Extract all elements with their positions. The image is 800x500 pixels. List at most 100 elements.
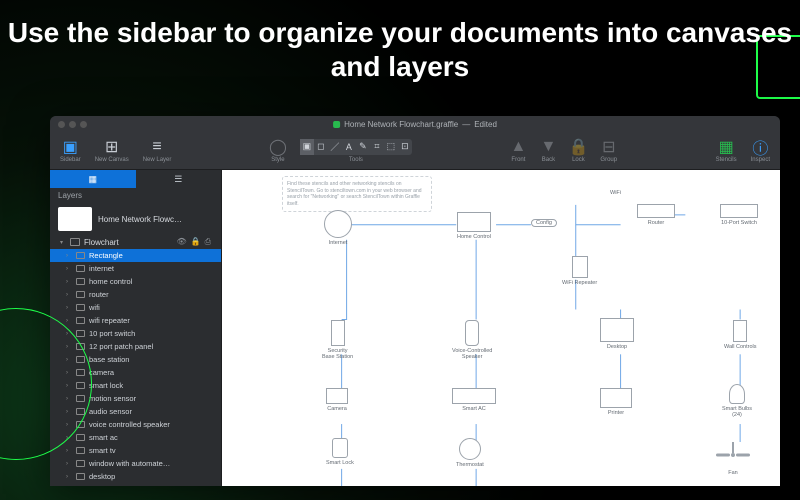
- toolbar: ▣ Sidebar ⊞ New Canvas ≡ New Layer ◯ Sty…: [50, 132, 780, 170]
- point-tool-icon[interactable]: ⊡: [398, 139, 412, 155]
- toolbar-group[interactable]: ⊟ Group: [596, 139, 621, 163]
- tree-item[interactable]: › voice controlled speaker: [66, 418, 221, 431]
- chevron-icon[interactable]: ›: [66, 292, 72, 298]
- print-small-icon[interactable]: ⎙: [205, 237, 211, 247]
- tree-item[interactable]: ›window with automate…: [66, 457, 221, 470]
- toolbar-sidebar[interactable]: ▣ Sidebar: [56, 139, 85, 163]
- node-smart-lock[interactable]: Smart Lock: [326, 438, 354, 466]
- shape-icon: [76, 473, 85, 480]
- layer-row[interactable]: ▾ Flowchart 👁 🔒 ⎙: [50, 235, 221, 249]
- tree-item[interactable]: ›10 port switch: [66, 327, 221, 340]
- node-router[interactable]: Router: [637, 204, 675, 226]
- chevron-icon[interactable]: ›: [66, 474, 72, 480]
- toolbar-inspect[interactable]: ⓘ Inspect: [747, 139, 774, 163]
- shape-icon: [76, 434, 85, 441]
- tree-item[interactable]: ›printer: [66, 483, 221, 486]
- chevron-icon[interactable]: ›: [66, 318, 72, 324]
- node-wifi[interactable]: WiFi: [610, 190, 621, 196]
- tree-item[interactable]: ›desktop: [66, 470, 221, 483]
- chevron-icon[interactable]: ›: [66, 305, 72, 311]
- tree-item[interactable]: ›wifi: [66, 301, 221, 314]
- node-camera[interactable]: Camera: [326, 388, 348, 412]
- chevron-icon[interactable]: ›: [66, 357, 72, 363]
- node-smart-ac[interactable]: Smart AC: [452, 388, 496, 412]
- line-tool-icon[interactable]: ／: [328, 139, 342, 155]
- tree-item[interactable]: ›12 port patch panel: [66, 340, 221, 353]
- canvas-thumbnail: [58, 207, 92, 231]
- node-10-port-switch[interactable]: 10-Port Switch: [720, 204, 758, 226]
- sidebar-section-label: Layers: [50, 188, 221, 203]
- node-wifi-repeater[interactable]: WiFi Repeater: [562, 256, 597, 286]
- text-tool-icon[interactable]: A: [342, 139, 356, 155]
- toolbar-front[interactable]: ▲ Front: [506, 139, 530, 163]
- node-smart-bulbs[interactable]: Smart Bulbs (24): [722, 384, 752, 418]
- canvas-row[interactable]: Home Network Flowc…: [50, 203, 221, 235]
- node-printer[interactable]: Printer: [600, 388, 632, 416]
- config-pill[interactable]: Config: [531, 219, 557, 227]
- tree-item[interactable]: ›audio sensor: [66, 405, 221, 418]
- canvas-area[interactable]: Find these stencils and other networking…: [222, 170, 780, 486]
- disclosure-icon[interactable]: ▾: [60, 239, 66, 246]
- tree-item[interactable]: ›smart lock: [66, 379, 221, 392]
- chevron-icon[interactable]: ›: [66, 331, 72, 337]
- tool-segmented[interactable]: ▣ ◻ ／ A ✎ ⌗ ⬚ ⊡: [300, 139, 412, 155]
- hand-tool-icon[interactable]: ⬚: [384, 139, 398, 155]
- style-icon: ◯: [270, 139, 286, 155]
- node-thermostat[interactable]: Thermostat: [456, 438, 484, 468]
- toolbar-stencils[interactable]: ▦ Stencils: [712, 139, 741, 163]
- chevron-icon[interactable]: ›: [66, 422, 72, 428]
- shape-tool-icon[interactable]: ◻: [314, 139, 328, 155]
- node-desktop[interactable]: Desktop: [600, 318, 634, 350]
- sidebar-icon: ▣: [62, 139, 78, 155]
- chevron-icon[interactable]: ›: [66, 409, 72, 415]
- toolbar-back[interactable]: ▼ Back: [536, 139, 560, 163]
- chevron-icon[interactable]: ›: [66, 383, 72, 389]
- tab-canvases[interactable]: ▦: [50, 170, 136, 188]
- chevron-icon[interactable]: ›: [66, 448, 72, 454]
- pen-tool-icon[interactable]: ✎: [356, 139, 370, 155]
- plus-canvas-icon: ⊞: [104, 139, 120, 155]
- toolbar-style[interactable]: ◯ Style: [266, 139, 290, 163]
- chevron-icon[interactable]: ›: [66, 266, 72, 272]
- toolbar-new-canvas[interactable]: ⊞ New Canvas: [91, 139, 133, 163]
- shape-icon: [76, 291, 85, 298]
- stamp-tool-icon[interactable]: ⌗: [370, 139, 384, 155]
- group-icon: ⊟: [601, 139, 617, 155]
- plus-layer-icon: ≡: [149, 139, 165, 155]
- lock-small-icon[interactable]: 🔒: [191, 237, 201, 247]
- tab-objects[interactable]: ☰: [136, 170, 222, 188]
- tree-item-label: voice controlled speaker: [89, 420, 170, 429]
- chevron-icon[interactable]: ›: [66, 396, 72, 402]
- lock-icon: 🔒: [570, 139, 586, 155]
- tree-item[interactable]: ›wifi repeater: [66, 314, 221, 327]
- node-wall-controls[interactable]: Wall Controls: [724, 320, 757, 350]
- eye-icon[interactable]: 👁: [176, 237, 186, 247]
- tree-item[interactable]: ›smart ac: [66, 431, 221, 444]
- chevron-icon[interactable]: ›: [66, 279, 72, 285]
- chevron-icon[interactable]: ›: [66, 344, 72, 350]
- chevron-icon[interactable]: ›: [66, 370, 72, 376]
- document-title: Home Network Flowchart.graffle: [344, 120, 458, 129]
- node-fan[interactable]: Fan: [716, 442, 750, 476]
- chevron-icon[interactable]: ›: [66, 461, 72, 467]
- traffic-lights[interactable]: [58, 121, 87, 128]
- toolbar-new-layer[interactable]: ≡ New Layer: [139, 139, 176, 163]
- tree-item[interactable]: ›motion sensor: [66, 392, 221, 405]
- tree-item[interactable]: ›Rectangle: [50, 249, 221, 262]
- selection-tool-icon[interactable]: ▣: [300, 139, 314, 155]
- node-internet[interactable]: Internet: [324, 210, 352, 246]
- tree-item[interactable]: › smart tv: [66, 444, 221, 457]
- tree-item[interactable]: ›internet: [66, 262, 221, 275]
- node-voice-speaker[interactable]: Voice-Controlled Speaker: [452, 320, 492, 360]
- tree-item[interactable]: ›home control: [66, 275, 221, 288]
- tree-item[interactable]: ›router: [66, 288, 221, 301]
- tree-item[interactable]: ›base station: [66, 353, 221, 366]
- toolbar-lock[interactable]: 🔒 Lock: [566, 139, 590, 163]
- object-tree[interactable]: ›Rectangle›internet›home control›router›…: [50, 249, 221, 486]
- node-home-control[interactable]: Home Control: [457, 212, 491, 240]
- tree-item[interactable]: ›camera: [66, 366, 221, 379]
- chevron-icon[interactable]: ›: [66, 253, 72, 259]
- tree-item-label: smart tv: [89, 446, 116, 455]
- node-base-station[interactable]: Security Base Station: [322, 320, 353, 360]
- chevron-icon[interactable]: ›: [66, 435, 72, 441]
